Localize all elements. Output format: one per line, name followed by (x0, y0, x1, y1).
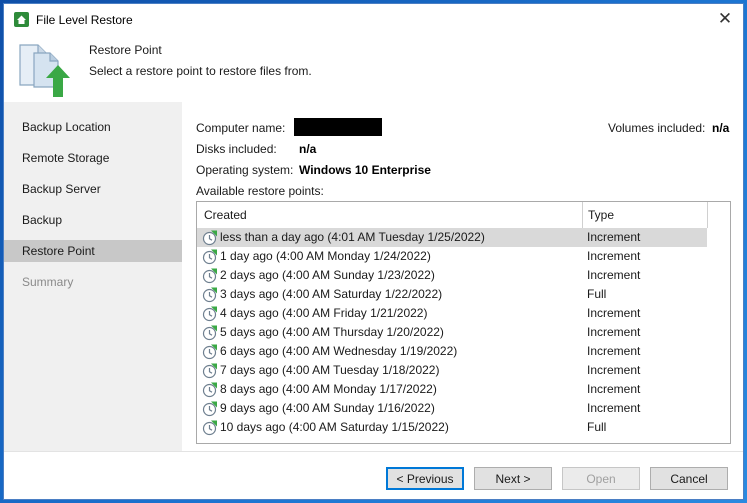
restore-point-clock-icon (202, 420, 218, 436)
app-home-icon (14, 12, 29, 27)
previous-button[interactable]: < Previous (386, 467, 464, 490)
restore-point-clock-icon (202, 230, 218, 246)
restore-point-type: Increment (587, 249, 641, 263)
restore-point-created: 4 days ago (4:00 AM Friday 1/21/2022) (220, 306, 428, 320)
step-backup-server[interactable]: Backup Server (4, 178, 182, 200)
next-button[interactable]: Next > (474, 467, 552, 490)
restore-points-rows: less than a day ago (4:01 AM Tuesday 1/2… (197, 228, 730, 437)
restore-point-type: Increment (587, 344, 641, 358)
operating-system-label: Operating system: (196, 163, 294, 177)
restore-point-type: Increment (587, 268, 641, 282)
column-header-created[interactable]: Created (204, 202, 247, 228)
restore-point-row[interactable]: 3 days ago (4:00 AM Saturday 1/22/2022) F… (197, 285, 707, 304)
computer-name-label: Computer name: (196, 121, 286, 135)
step-backup[interactable]: Backup (4, 209, 182, 231)
restore-point-type: Increment (587, 230, 641, 244)
step-description: Select a restore point to restore files … (89, 64, 312, 78)
restore-point-type: Increment (587, 306, 641, 320)
restore-point-type: Increment (587, 325, 641, 339)
restore-point-clock-icon (202, 363, 218, 379)
restore-point-clock-icon (202, 249, 218, 265)
step-backup-location[interactable]: Backup Location (4, 116, 182, 138)
wizard-steps-sidebar: Backup Location Remote Storage Backup Se… (4, 102, 182, 451)
step-restore-point[interactable]: Restore Point (4, 240, 182, 262)
restore-point-created: 8 days ago (4:00 AM Monday 1/17/2022) (220, 382, 437, 396)
restore-point-row[interactable]: 4 days ago (4:00 AM Friday 1/21/2022) Inc… (197, 304, 707, 323)
restore-point-row[interactable]: 9 days ago (4:00 AM Sunday 1/16/2022) Inc… (197, 399, 707, 418)
available-restore-points-label: Available restore points: (196, 184, 324, 198)
restore-point-created: 2 days ago (4:00 AM Sunday 1/23/2022) (220, 268, 435, 282)
restore-point-row[interactable]: 7 days ago (4:00 AM Tuesday 1/18/2022) In… (197, 361, 707, 380)
close-button[interactable]: ✕ (712, 8, 738, 30)
restore-point-clock-icon (202, 306, 218, 322)
restore-point-clock-icon (202, 287, 218, 303)
restore-point-row[interactable]: 1 day ago (4:00 AM Monday 1/24/2022) Incr… (197, 247, 707, 266)
restore-point-row[interactable]: 10 days ago (4:00 AM Saturday 1/15/2022)… (197, 418, 707, 437)
restore-point-created: 6 days ago (4:00 AM Wednesday 1/19/2022) (220, 344, 458, 358)
restore-point-row[interactable]: less than a day ago (4:01 AM Tuesday 1/2… (197, 228, 707, 247)
restore-point-row[interactable]: 8 days ago (4:00 AM Monday 1/17/2022) Inc… (197, 380, 707, 399)
restore-points-list[interactable]: Created Type less than a day ago (4:01 A… (196, 201, 731, 444)
restore-point-clock-icon (202, 344, 218, 360)
restore-point-created: less than a day ago (4:01 AM Tuesday 1/2… (220, 230, 485, 244)
restore-wizard-icon (19, 44, 70, 97)
restore-point-type: Increment (587, 382, 641, 396)
step-title: Restore Point (89, 43, 162, 57)
volumes-included-value: n/a (712, 121, 730, 135)
column-header-type[interactable]: Type (588, 202, 614, 228)
restore-point-type: Increment (587, 363, 641, 377)
main-content: Computer name: Volumes included: n/a Dis… (182, 102, 743, 451)
column-divider (707, 202, 708, 228)
restore-point-row[interactable]: 6 days ago (4:00 AM Wednesday 1/19/2022)… (197, 342, 707, 361)
restore-point-type: Full (587, 420, 607, 434)
restore-point-created: 5 days ago (4:00 AM Thursday 1/20/2022) (220, 325, 444, 339)
step-remote-storage[interactable]: Remote Storage (4, 147, 182, 169)
operating-system-value: Windows 10 Enterprise (299, 163, 431, 177)
column-divider[interactable] (582, 202, 583, 228)
restore-point-created: 9 days ago (4:00 AM Sunday 1/16/2022) (220, 401, 435, 415)
restore-point-clock-icon (202, 325, 218, 341)
footer-separator (4, 451, 743, 452)
title-bar[interactable]: File Level Restore ✕ (4, 4, 743, 34)
window-title: File Level Restore (36, 13, 133, 27)
restore-point-type: Full (587, 287, 607, 301)
computer-name-redacted (294, 118, 382, 136)
restore-point-row[interactable]: 2 days ago (4:00 AM Sunday 1/23/2022) Inc… (197, 266, 707, 285)
restore-point-clock-icon (202, 382, 218, 398)
restore-point-created: 1 day ago (4:00 AM Monday 1/24/2022) (220, 249, 431, 263)
volumes-included-label: Volumes included: (608, 121, 706, 135)
restore-point-clock-icon (202, 401, 218, 417)
file-level-restore-window: File Level Restore ✕ Restore Point Selec… (3, 3, 744, 500)
cancel-button[interactable]: Cancel (650, 467, 728, 490)
disks-included-value: n/a (299, 142, 317, 156)
restore-point-created: 3 days ago (4:00 AM Saturday 1/22/2022) (220, 287, 443, 301)
step-summary: Summary (22, 275, 74, 289)
restore-point-created: 10 days ago (4:00 AM Saturday 1/15/2022) (220, 420, 449, 434)
wizard-header: Restore Point Select a restore point to … (4, 34, 743, 102)
disks-included-label: Disks included: (196, 142, 277, 156)
restore-point-created: 7 days ago (4:00 AM Tuesday 1/18/2022) (220, 363, 440, 377)
restore-point-clock-icon (202, 268, 218, 284)
restore-point-type: Increment (587, 401, 641, 415)
restore-point-row[interactable]: 5 days ago (4:00 AM Thursday 1/20/2022) I… (197, 323, 707, 342)
open-button: Open (562, 467, 640, 490)
